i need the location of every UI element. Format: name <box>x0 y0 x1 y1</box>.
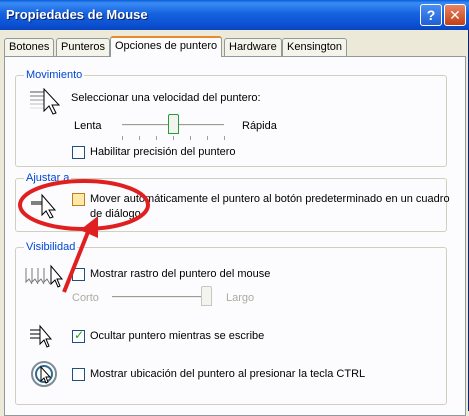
tab-opciones-de-puntero[interactable]: Opciones de puntero <box>110 36 223 57</box>
snap-to-default-icon <box>31 193 57 219</box>
slider-tick <box>190 136 191 140</box>
mouse-properties-window: Propiedades de Mouse ? ✕ Botones Puntero… <box>0 0 469 416</box>
hide-pointer-typing-icon <box>30 324 53 348</box>
hide-while-typing-checkbox[interactable] <box>72 328 85 343</box>
precision-label: Habilitar precisión del puntero <box>90 146 236 158</box>
snap-label-line1: Mover automáticamente el puntero al botó… <box>90 193 450 205</box>
movimiento-legend: Movimiento <box>24 69 85 81</box>
snap-label-line2: de diálogo <box>90 208 141 220</box>
tab-punteros[interactable]: Punteros <box>56 38 111 56</box>
tab-kensington[interactable]: Kensington <box>282 38 348 56</box>
fast-label: Rápida <box>242 120 277 132</box>
snap-to-default-checkbox[interactable] <box>72 193 85 206</box>
slider-tick <box>139 136 140 140</box>
window-title: Propiedades de Mouse <box>6 7 148 22</box>
slider-tick <box>156 136 157 140</box>
show-location-ctrl-checkbox[interactable] <box>72 368 85 381</box>
speed-slider-thumb[interactable] <box>167 114 179 134</box>
speed-label: Seleccionar una velocidad del puntero: <box>71 92 261 104</box>
show-location-ctrl-label: Mostrar ubicación del puntero al presion… <box>90 368 366 380</box>
visibilidad-group: Visibilidad Mostrar rastro del puntero d… <box>15 241 447 405</box>
title-bar[interactable]: Propiedades de Mouse ? ✕ <box>0 0 469 30</box>
long-label: Largo <box>226 292 255 304</box>
slider-tick <box>122 136 123 140</box>
tab-hardware[interactable]: Hardware <box>224 38 282 56</box>
help-button[interactable]: ? <box>420 4 442 26</box>
pointer-trails-label: Mostrar rastro del puntero del mouse <box>90 268 271 280</box>
trails-slider-thumb[interactable] <box>201 286 212 306</box>
movimiento-group: Movimiento Seleccionar una velocidad del… <box>15 69 447 167</box>
tab-panel: Movimiento Seleccionar una velocidad del… <box>4 56 466 416</box>
hide-while-typing-label: Ocultar puntero mientras se escribe <box>90 330 265 342</box>
slider-tick <box>207 136 208 140</box>
ajustar-legend: Ajustar a <box>24 172 72 184</box>
pointer-trails-checkbox[interactable] <box>72 268 85 281</box>
pointer-location-icon <box>31 361 57 387</box>
ajustar-group: Ajustar a Mover automáticamente el punte… <box>15 172 450 232</box>
short-label: Corto <box>72 292 99 304</box>
slow-label: Lenta <box>74 120 102 132</box>
pointer-speed-icon <box>30 87 61 115</box>
slider-tick <box>224 136 225 140</box>
visibilidad-legend: Visibilidad <box>24 241 78 253</box>
close-button[interactable]: ✕ <box>444 4 466 26</box>
precision-checkbox[interactable] <box>72 146 85 159</box>
pointer-trails-icon <box>25 264 64 288</box>
tab-botones[interactable]: Botones <box>4 38 55 56</box>
slider-tick <box>173 136 174 140</box>
trails-slider-track <box>112 296 212 299</box>
